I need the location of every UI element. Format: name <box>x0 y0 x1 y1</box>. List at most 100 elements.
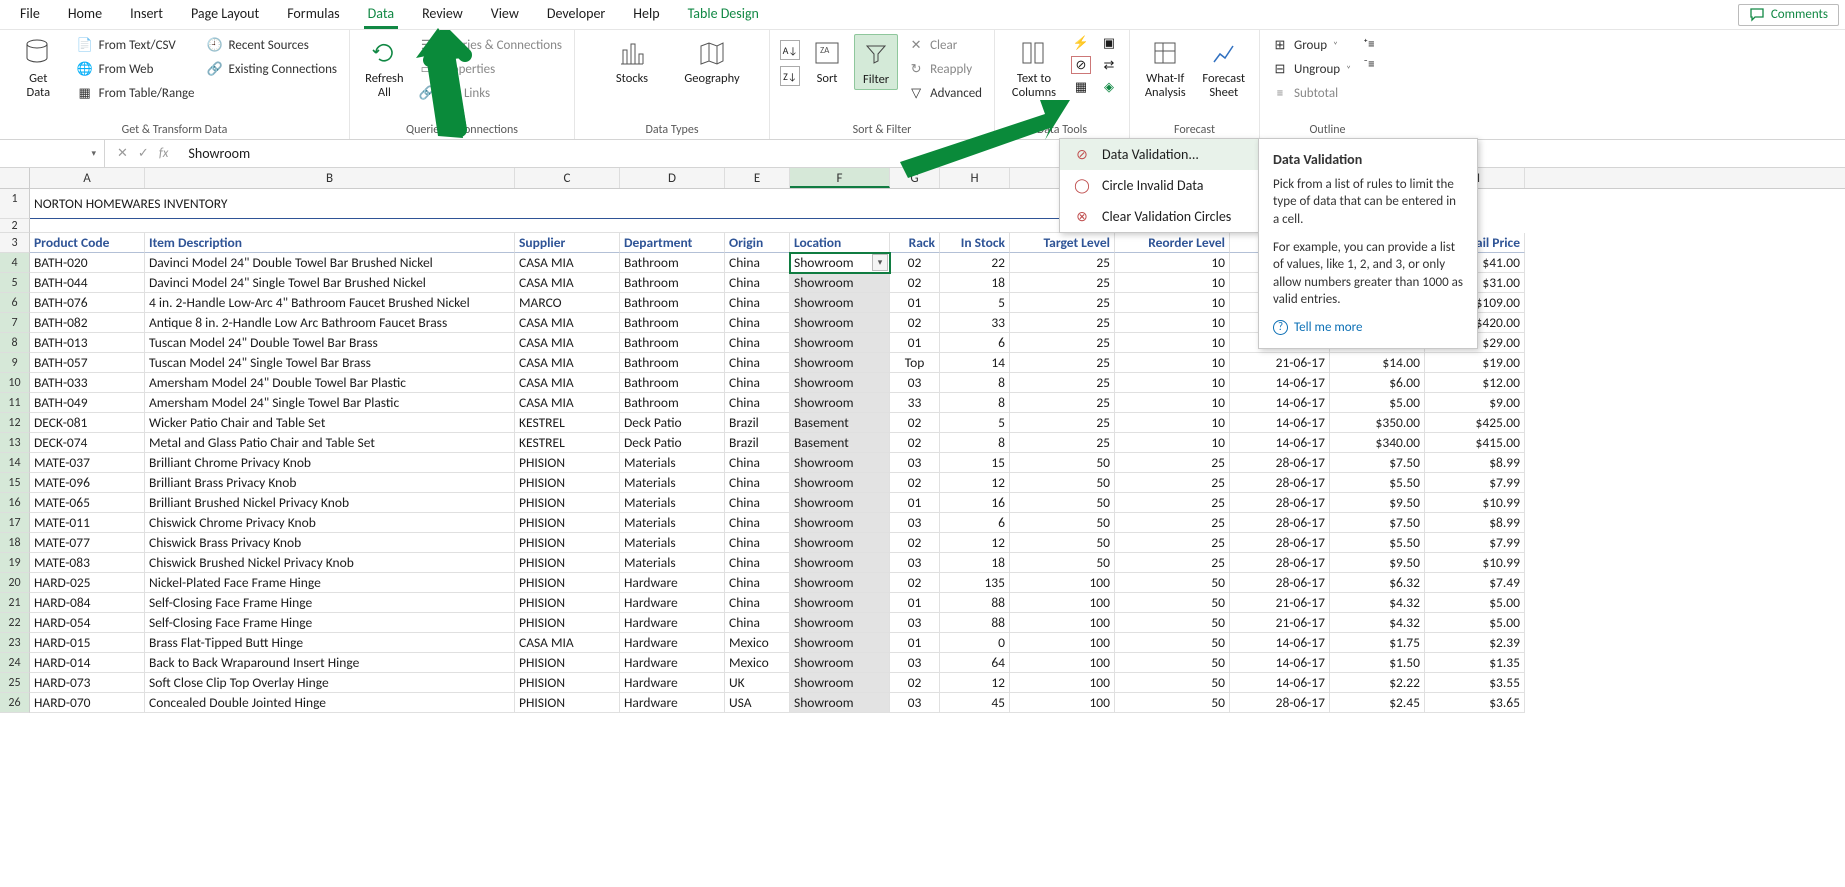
cell[interactable]: 0 <box>940 633 1010 653</box>
cell[interactable]: Showroom <box>790 353 890 373</box>
cell[interactable]: 50 <box>1010 513 1115 533</box>
clear-circles-item[interactable]: ⊗ Clear Validation Circles <box>1060 201 1258 232</box>
from-web-button[interactable]: 🌐From Web <box>75 58 197 80</box>
cancel-icon[interactable]: ✕ <box>117 146 128 161</box>
cell[interactable]: 25 <box>1010 313 1115 333</box>
cell[interactable]: 01 <box>890 333 940 353</box>
cell[interactable]: 14-06-17 <box>1230 633 1330 653</box>
cell[interactable]: 135 <box>940 573 1010 593</box>
cell[interactable]: 10 <box>1115 353 1230 373</box>
cell[interactable]: 45 <box>940 693 1010 713</box>
cell[interactable]: 50 <box>1115 693 1230 713</box>
cell[interactable]: 50 <box>1010 493 1115 513</box>
cell[interactable]: Hardware <box>620 693 725 713</box>
cell[interactable]: China <box>725 393 790 413</box>
data-validation-icon[interactable]: ⊘ <box>1071 56 1091 74</box>
cell[interactable]: MARCO <box>515 293 620 313</box>
geography-button[interactable]: Geography <box>682 34 742 86</box>
recent-sources-button[interactable]: 🕘Recent Sources <box>205 34 339 56</box>
cell[interactable]: Showroom <box>790 493 890 513</box>
cell[interactable]: 8 <box>940 393 1010 413</box>
row-header[interactable]: 10 <box>0 373 30 393</box>
menu-page-layout[interactable]: Page Layout <box>177 1 273 28</box>
cell[interactable]: Materials <box>620 473 725 493</box>
cell[interactable]: China <box>725 473 790 493</box>
cell[interactable]: China <box>725 513 790 533</box>
cell[interactable]: 8 <box>940 373 1010 393</box>
row-header[interactable]: 15 <box>0 473 30 493</box>
cell[interactable]: $4.32 <box>1330 613 1425 633</box>
cell[interactable]: 02 <box>890 313 940 333</box>
cell[interactable]: 100 <box>1010 573 1115 593</box>
cell[interactable]: Wicker Patio Chair and Table Set <box>145 413 515 433</box>
cell[interactable]: HARD-070 <box>30 693 145 713</box>
cell[interactable]: CASA MIA <box>515 373 620 393</box>
cell[interactable]: CASA MIA <box>515 273 620 293</box>
cell[interactable]: $340.00 <box>1330 433 1425 453</box>
row-header[interactable]: 21 <box>0 593 30 613</box>
cell[interactable]: Chiswick Chrome Privacy Knob <box>145 513 515 533</box>
cell[interactable]: $6.00 <box>1330 373 1425 393</box>
cell[interactable]: Concealed Double Jointed Hinge <box>145 693 515 713</box>
sort-za-icon[interactable]: Z↓ <box>780 66 800 86</box>
cell[interactable]: 10 <box>1115 313 1230 333</box>
cell[interactable]: 6 <box>940 513 1010 533</box>
cell[interactable]: Showroom <box>790 513 890 533</box>
cell[interactable]: 25 <box>1115 513 1230 533</box>
cell[interactable]: PHISION <box>515 513 620 533</box>
cell[interactable]: CASA MIA <box>515 333 620 353</box>
cell[interactable]: 02 <box>890 273 940 293</box>
cell[interactable]: Tuscan Model 24" Double Towel Bar Brass <box>145 333 515 353</box>
row-header[interactable]: 12 <box>0 413 30 433</box>
row-header[interactable]: 17 <box>0 513 30 533</box>
cell[interactable]: $9.00 <box>1425 393 1525 413</box>
row-header[interactable]: 7 <box>0 313 30 333</box>
cell[interactable]: HARD-015 <box>30 633 145 653</box>
cell[interactable]: Metal and Glass Patio Chair and Table Se… <box>145 433 515 453</box>
cell[interactable]: $5.00 <box>1330 393 1425 413</box>
cell[interactable]: Bathroom <box>620 293 725 313</box>
row-header[interactable]: 3 <box>0 233 30 253</box>
cell[interactable]: 25 <box>1115 493 1230 513</box>
cell[interactable]: MATE-083 <box>30 553 145 573</box>
cell[interactable]: $7.99 <box>1425 533 1525 553</box>
cell[interactable]: 14-06-17 <box>1230 673 1330 693</box>
cell[interactable]: Mexico <box>725 633 790 653</box>
cell[interactable]: China <box>725 593 790 613</box>
cell[interactable]: BATH-044 <box>30 273 145 293</box>
cell[interactable]: Brilliant Chrome Privacy Knob <box>145 453 515 473</box>
cell[interactable]: Hardware <box>620 653 725 673</box>
cell[interactable]: 10 <box>1115 333 1230 353</box>
cell[interactable]: 12 <box>940 473 1010 493</box>
cell[interactable]: Bathroom <box>620 373 725 393</box>
cell[interactable]: Amersham Model 24" Double Towel Bar Plas… <box>145 373 515 393</box>
cell[interactable]: Deck Patio <box>620 413 725 433</box>
cell[interactable]: 33 <box>890 393 940 413</box>
cell[interactable]: CASA MIA <box>515 313 620 333</box>
cell[interactable]: 25 <box>1010 293 1115 313</box>
cell[interactable]: 12 <box>940 533 1010 553</box>
cell[interactable]: CASA MIA <box>515 353 620 373</box>
col-header-B[interactable]: B <box>145 168 515 188</box>
cell[interactable]: 25 <box>1115 473 1230 493</box>
cell[interactable]: 28-06-17 <box>1230 493 1330 513</box>
cell[interactable]: Tuscan Model 24" Single Towel Bar Brass <box>145 353 515 373</box>
cell[interactable]: PHISION <box>515 453 620 473</box>
cell[interactable]: CASA MIA <box>515 633 620 653</box>
cell[interactable]: $7.50 <box>1330 453 1425 473</box>
hdr-item-description[interactable]: Item Description <box>145 233 515 253</box>
cell[interactable]: MATE-011 <box>30 513 145 533</box>
cell[interactable]: 14 <box>940 353 1010 373</box>
cell[interactable]: Showroom <box>790 673 890 693</box>
cell[interactable]: $350.00 <box>1330 413 1425 433</box>
cell[interactable]: 88 <box>940 613 1010 633</box>
from-table-button[interactable]: ▦From Table/Range <box>75 82 197 104</box>
cell[interactable]: Antique 8 in. 2-Handle Low Arc Bathroom … <box>145 313 515 333</box>
cell[interactable]: BATH-057 <box>30 353 145 373</box>
cell[interactable]: Chiswick Brass Privacy Knob <box>145 533 515 553</box>
cell[interactable]: Showroom <box>790 453 890 473</box>
cell[interactable]: China <box>725 273 790 293</box>
cell[interactable]: China <box>725 373 790 393</box>
row-header[interactable]: 9 <box>0 353 30 373</box>
hdr-origin[interactable]: Origin <box>725 233 790 253</box>
